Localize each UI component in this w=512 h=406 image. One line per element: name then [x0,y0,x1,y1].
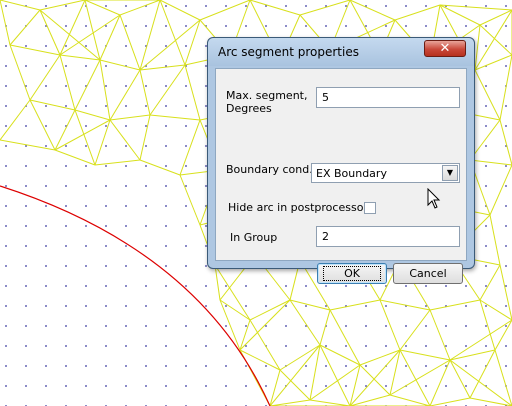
close-button[interactable]: ✕ [424,40,466,57]
in-group-label: In Group [230,231,278,244]
mouse-cursor-icon [427,188,441,209]
boundary-label: Boundary cond. [226,163,313,176]
cancel-button[interactable]: Cancel [393,263,463,284]
ok-label: OK [323,266,381,281]
hide-arc-checkbox[interactable] [364,202,376,214]
close-icon[interactable]: ✕ [440,41,451,56]
in-group-input[interactable]: 2 [316,226,460,247]
chevron-down-icon[interactable]: ▼ [442,165,458,181]
max-segment-input[interactable]: 5 [316,87,460,108]
boundary-select-value: EX Boundary [316,167,387,180]
dialog-titlebar[interactable]: Arc segment properties ✕ [208,38,474,66]
max-segment-label: Max. segment, Degrees [226,89,308,115]
dialog-body: Max. segment, Degrees 5 Boundary cond. E… [215,68,467,284]
dialog-title: Arc segment properties [218,45,359,59]
arc-segment-dialog: Arc segment properties ✕ Max. segment, D… [207,37,475,284]
hide-arc-label: Hide arc in postprocessor [228,201,368,214]
ok-button[interactable]: OK [317,263,387,284]
boundary-select[interactable]: EX Boundary ▼ [311,163,460,183]
